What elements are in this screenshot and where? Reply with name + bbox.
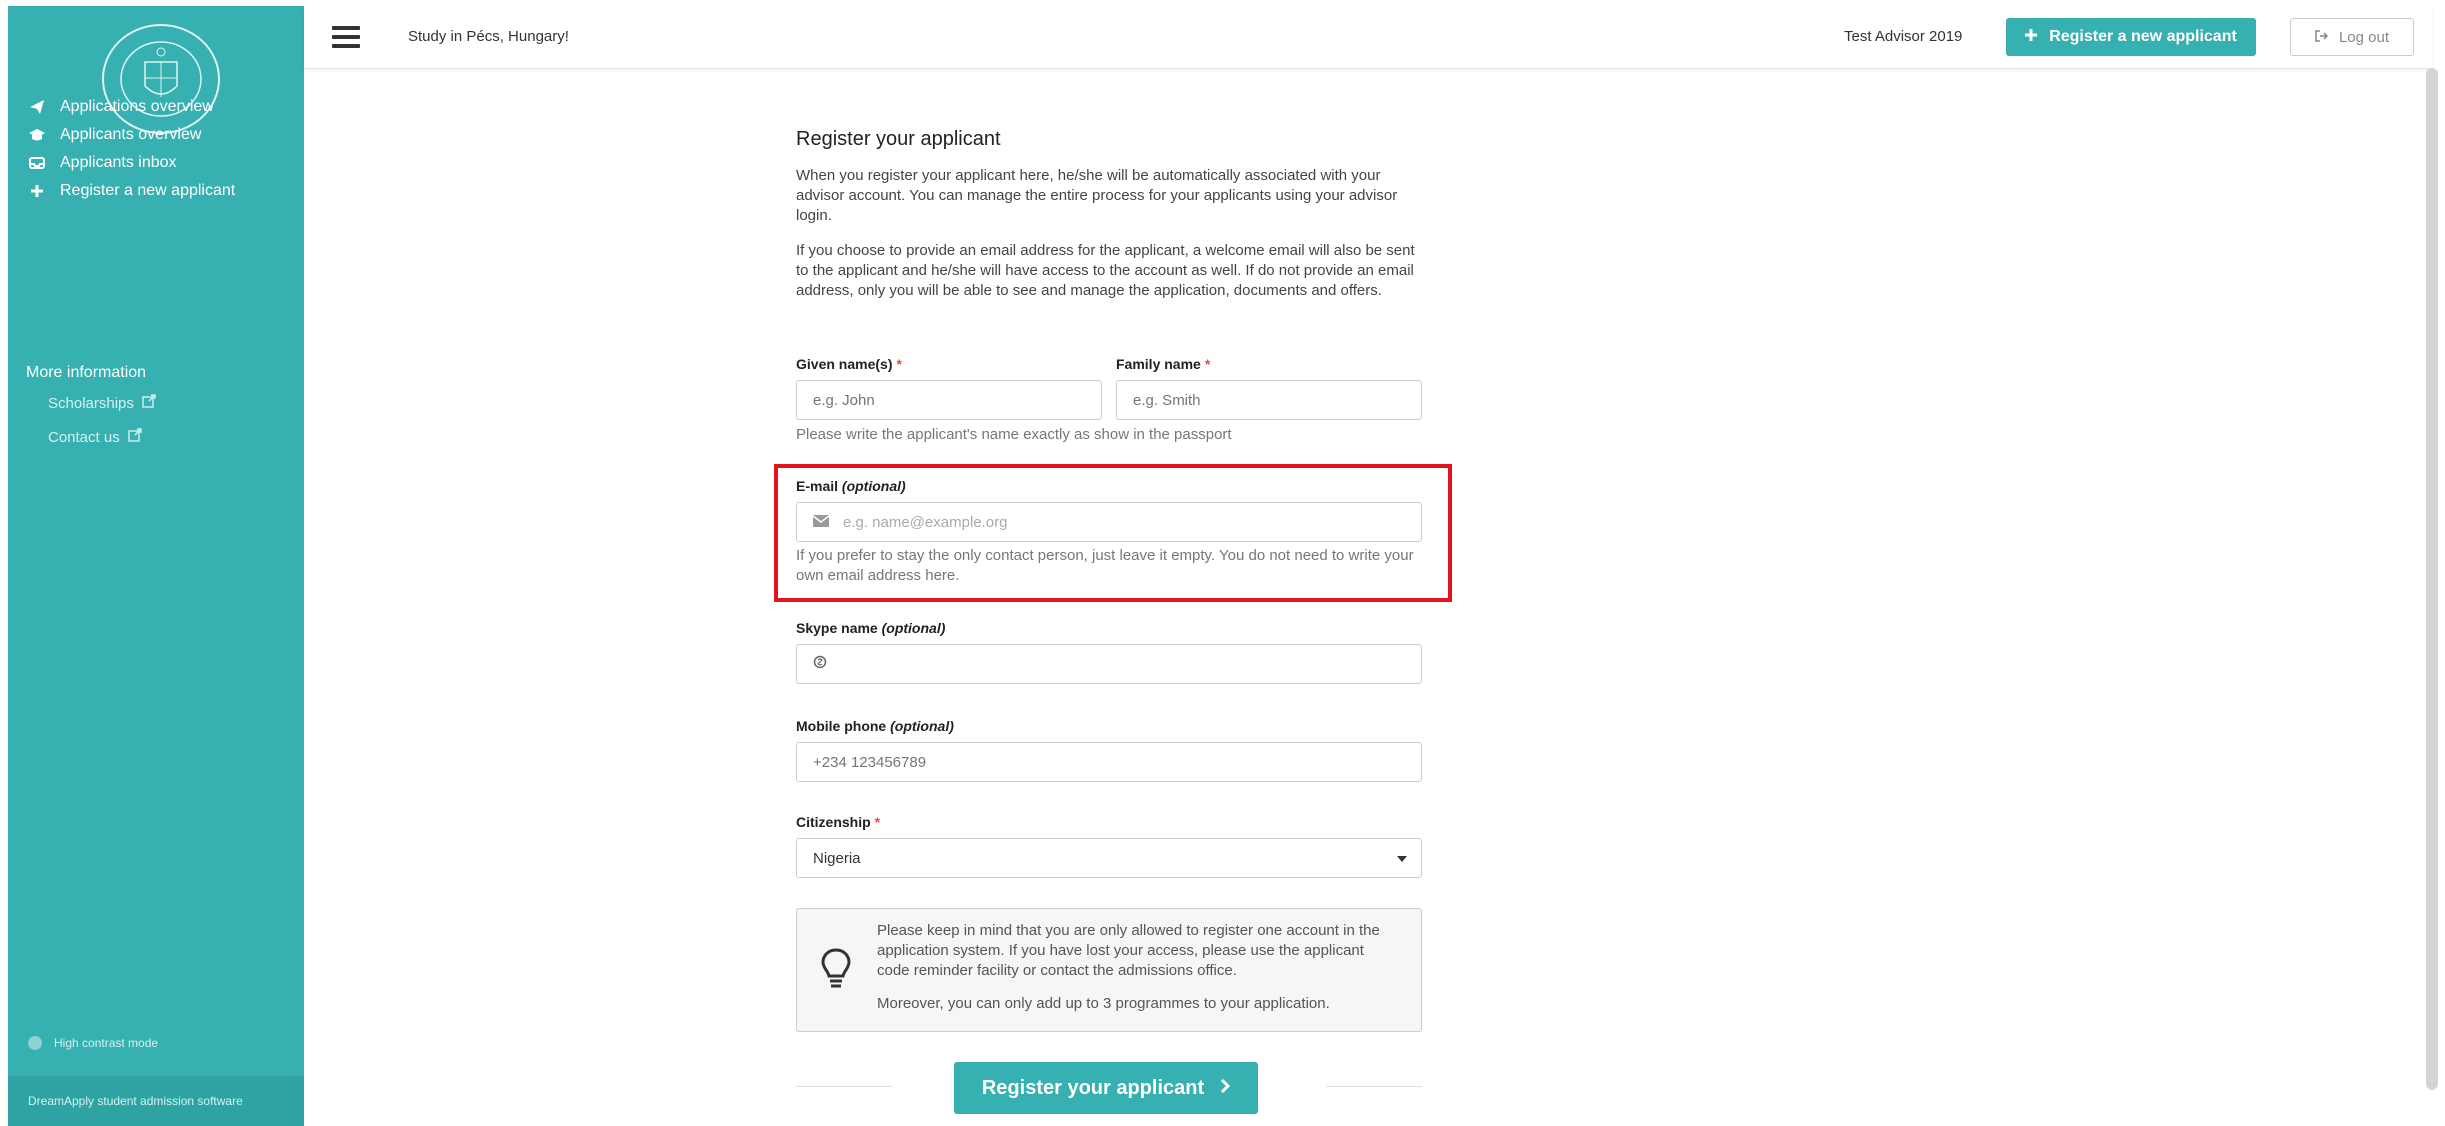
notice-text-1: Please keep in mind that you are only al… bbox=[877, 922, 1380, 979]
intro-paragraph-1: When you register your applicant here, h… bbox=[796, 167, 1398, 224]
toggle-dot-icon bbox=[28, 1036, 42, 1050]
notice-box: Please keep in mind that you are only al… bbox=[796, 908, 1422, 1032]
nav-applications-overview[interactable]: Applications overview bbox=[28, 98, 214, 116]
sidebar-footer[interactable]: DreamApply student admission software bbox=[8, 1076, 304, 1126]
family-name-label: Family name * bbox=[1116, 356, 1211, 372]
scholarships-link[interactable]: Scholarships bbox=[48, 394, 156, 412]
plus-icon bbox=[2025, 28, 2038, 46]
family-name-input[interactable] bbox=[1116, 380, 1422, 420]
link-label: Contact us bbox=[48, 428, 120, 446]
plus-icon bbox=[28, 182, 46, 200]
chevron-down-icon bbox=[1397, 856, 1407, 862]
advisor-name: Test Advisor 2019 bbox=[1844, 28, 1963, 45]
button-label: Register your applicant bbox=[981, 1076, 1205, 1099]
sign-out-icon bbox=[2315, 29, 2329, 46]
given-name-label: Given name(s) * bbox=[796, 356, 902, 372]
nav-label: Applications overview bbox=[60, 98, 214, 115]
divider-right bbox=[1326, 1086, 1422, 1087]
university-seal-logo[interactable] bbox=[100, 22, 222, 136]
nav-applicants-overview[interactable]: Applicants overview bbox=[28, 126, 201, 144]
inbox-icon bbox=[28, 154, 46, 172]
nav-register-applicant[interactable]: Register a new applicant bbox=[28, 182, 235, 200]
external-link-icon bbox=[142, 394, 156, 412]
form-title: Register your applicant bbox=[796, 128, 1001, 150]
external-link-icon bbox=[128, 428, 142, 446]
logout-button[interactable]: Log out bbox=[2290, 18, 2414, 56]
citizenship-label: Citizenship * bbox=[796, 814, 881, 830]
contact-us-link[interactable]: Contact us bbox=[48, 428, 142, 446]
intro-paragraph-2: If you choose to provide an email addres… bbox=[796, 242, 1415, 299]
divider-left bbox=[796, 1086, 892, 1087]
graduation-cap-icon bbox=[28, 126, 46, 144]
sidebar: Applications overview Applicants overvie… bbox=[8, 6, 304, 1126]
required-asterisk-icon: * bbox=[896, 356, 902, 372]
required-asterisk-icon: * bbox=[1204, 356, 1211, 372]
citizenship-select[interactable]: Nigeria bbox=[796, 838, 1422, 878]
paper-plane-icon bbox=[28, 98, 46, 116]
high-contrast-label: High contrast mode bbox=[54, 1036, 159, 1050]
skype-input[interactable] bbox=[796, 644, 1422, 684]
register-applicant-submit-button[interactable]: Register your applicant bbox=[954, 1062, 1258, 1114]
lightbulb-icon bbox=[821, 948, 851, 988]
button-label: Register a new applicant bbox=[2049, 28, 2237, 45]
email-highlight-frame bbox=[774, 464, 1452, 602]
link-label: Scholarships bbox=[48, 394, 134, 412]
high-contrast-toggle[interactable]: High contrast mode bbox=[28, 1036, 158, 1050]
nav-applicants-inbox[interactable]: Applicants inbox bbox=[28, 154, 177, 172]
mobile-label: Mobile phone (optional) bbox=[796, 718, 954, 734]
mobile-phone-input[interactable] bbox=[796, 742, 1422, 782]
register-new-applicant-button[interactable]: Register a new applicant bbox=[2006, 18, 2256, 56]
required-asterisk-icon: * bbox=[874, 814, 881, 830]
skype-icon bbox=[813, 655, 827, 673]
notice-text-2: Moreover, you can only add up to 3 progr… bbox=[877, 995, 1330, 1012]
nav-label: Applicants overview bbox=[60, 126, 202, 143]
name-help-text: Please write the applicant's name exactl… bbox=[796, 426, 1232, 443]
button-label: Log out bbox=[2338, 28, 2390, 46]
menu-hamburger-icon[interactable] bbox=[332, 26, 360, 48]
more-information-heading: More information bbox=[26, 364, 147, 381]
skype-label: Skype name (optional) bbox=[796, 620, 946, 636]
nav-label: Register a new applicant bbox=[60, 182, 236, 199]
topbar: Study in Pécs, Hungary! Test Advisor 201… bbox=[304, 6, 2432, 69]
chevron-right-icon bbox=[1220, 1077, 1231, 1100]
page-scrollbar[interactable] bbox=[2426, 68, 2438, 1090]
given-name-input[interactable] bbox=[796, 380, 1102, 420]
nav-label: Applicants inbox bbox=[60, 154, 177, 171]
citizenship-value: Nigeria bbox=[813, 849, 861, 867]
site-title[interactable]: Study in Pécs, Hungary! bbox=[408, 28, 569, 45]
